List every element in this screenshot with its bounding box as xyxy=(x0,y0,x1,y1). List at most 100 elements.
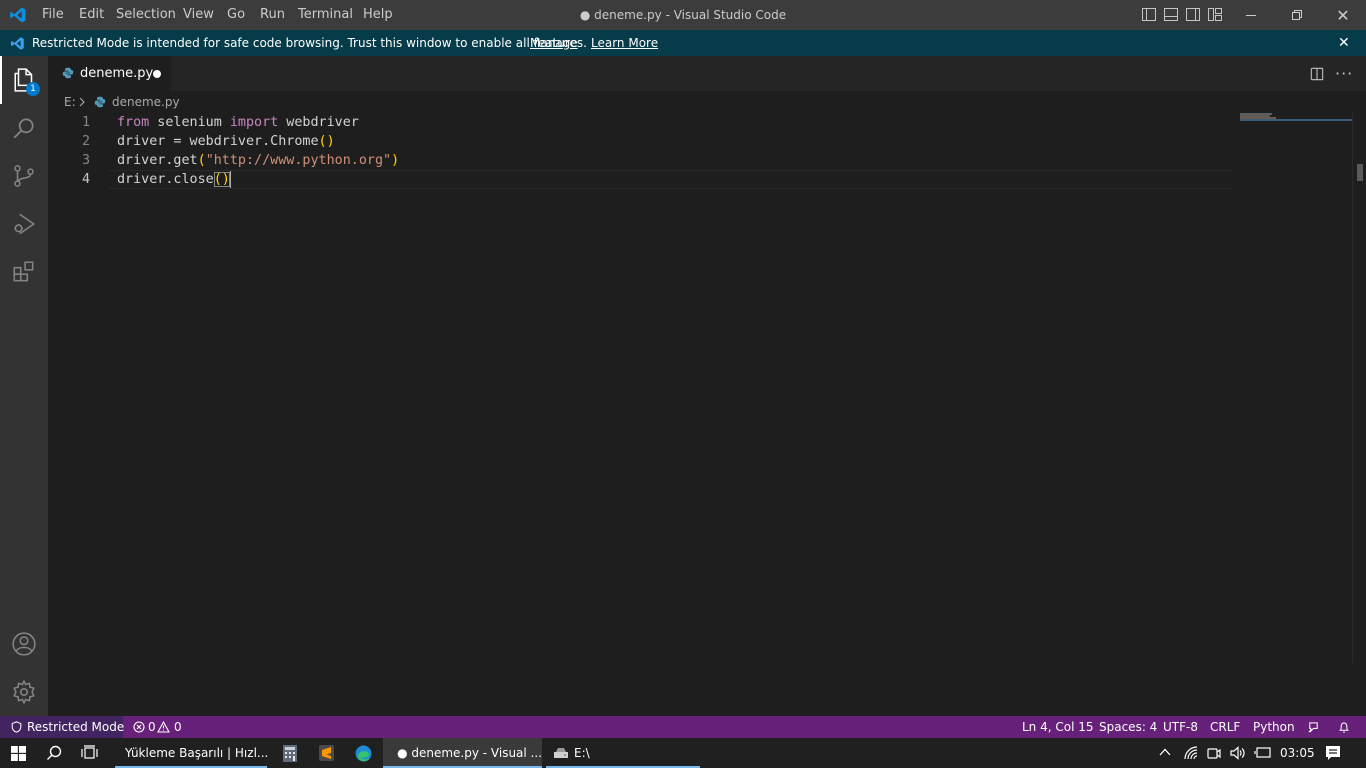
explorer-badge: 1 xyxy=(26,82,40,96)
menu-run[interactable]: Run xyxy=(260,0,285,30)
files-icon[interactable] xyxy=(0,56,48,104)
taskbar-vscode-label: ● deneme.py - Visual ... xyxy=(397,746,542,760)
sublime-text-icon[interactable] xyxy=(319,745,334,761)
menu-view[interactable]: View xyxy=(183,0,214,30)
action-center-icon[interactable] xyxy=(1325,745,1341,761)
current-line-highlight xyxy=(108,170,1232,189)
keyword-token: from xyxy=(117,115,150,130)
code-line[interactable]: driver.close() xyxy=(117,170,231,189)
battery-icon[interactable] xyxy=(1254,747,1271,758)
scrollbar-thumb[interactable] xyxy=(1357,164,1363,181)
volume-icon[interactable] xyxy=(1230,746,1246,760)
warning-count: 0 xyxy=(174,720,182,734)
menu-terminal[interactable]: Terminal xyxy=(298,0,353,30)
close-icon[interactable]: ✕ xyxy=(1320,0,1366,30)
manage-link[interactable]: Manage xyxy=(530,30,578,56)
code-token: driver = webdriver.Chrome xyxy=(117,134,319,149)
source-control-icon[interactable] xyxy=(0,152,48,200)
run-debug-icon[interactable] xyxy=(0,200,48,248)
line-number: 1 xyxy=(81,115,90,130)
menu-help[interactable]: Help xyxy=(363,0,393,30)
code-token: driver.close xyxy=(117,172,214,187)
breadcrumb-drive[interactable]: E: xyxy=(64,91,76,113)
edge-icon[interactable] xyxy=(355,745,372,762)
task-view-icon[interactable] xyxy=(81,745,98,761)
customize-layout-icon[interactable] xyxy=(1208,8,1222,21)
taskbar-explorer-label: E:\ xyxy=(574,746,590,760)
banner-text: Restricted Mode is intended for safe cod… xyxy=(32,36,587,50)
taskbar-chrome-label: Yükleme Başarılı | Hızl... xyxy=(125,746,269,760)
taskbar-vscode[interactable]: ● deneme.py - Visual ... xyxy=(383,738,542,768)
line-number: 2 xyxy=(81,134,90,149)
vscode-logo-icon xyxy=(10,37,24,50)
toggle-secondary-sidebar-icon[interactable] xyxy=(1186,8,1200,21)
code-token: driver.get xyxy=(117,153,198,168)
problems-indicator[interactable]: 0 0 xyxy=(131,716,191,738)
eol-setting[interactable]: CRLF xyxy=(1210,716,1240,738)
unsaved-dot-icon[interactable] xyxy=(153,70,161,78)
extensions-icon[interactable] xyxy=(0,248,48,296)
search-icon[interactable] xyxy=(46,745,62,761)
chevron-right-icon xyxy=(79,97,85,107)
language-mode[interactable]: Python xyxy=(1253,716,1295,738)
toggle-primary-sidebar-icon[interactable] xyxy=(1142,8,1156,21)
encoding-setting[interactable]: UTF-8 xyxy=(1163,716,1198,738)
taskbar-chrome[interactable]: Yükleme Başarılı | Hızl... xyxy=(113,738,268,768)
breadcrumb-file[interactable]: deneme.py xyxy=(112,91,180,113)
cursor-position[interactable]: Ln 4, Col 15 xyxy=(1022,716,1094,738)
menu-edit[interactable]: Edit xyxy=(79,0,104,30)
code-line[interactable]: driver = webdriver.Chrome() xyxy=(117,132,335,151)
bracket-token: () xyxy=(213,172,230,187)
clock-time[interactable]: 03:05 xyxy=(1280,738,1315,768)
indentation-setting[interactable]: Spaces: 4 xyxy=(1099,716,1157,738)
close-banner-icon[interactable]: ✕ xyxy=(1338,30,1350,56)
bell-icon[interactable] xyxy=(1338,721,1350,734)
chevron-up-icon[interactable] xyxy=(1159,748,1171,756)
menu-selection[interactable]: Selection xyxy=(116,0,176,30)
editor-tab-bar: deneme.py ··· xyxy=(48,56,1366,91)
line-number: 4 xyxy=(81,172,90,187)
tab-deneme-py[interactable]: deneme.py xyxy=(48,56,171,91)
search-icon[interactable] xyxy=(0,104,48,152)
more-actions-icon[interactable]: ··· xyxy=(1335,56,1353,91)
warning-icon xyxy=(157,721,170,733)
gear-icon[interactable] xyxy=(0,668,48,716)
restore-icon[interactable] xyxy=(1274,0,1320,30)
code-token: selenium xyxy=(149,115,230,130)
python-file-icon xyxy=(62,67,74,79)
python-file-icon xyxy=(94,96,106,108)
line-number: 3 xyxy=(81,153,90,168)
error-count: 0 xyxy=(148,720,156,734)
breadcrumb: E: deneme.py xyxy=(48,91,1366,113)
learn-more-link[interactable]: Learn More xyxy=(591,30,658,56)
keyword-token: import xyxy=(229,115,279,130)
taskbar-file-explorer[interactable]: E:\ xyxy=(546,738,700,768)
restricted-mode-indicator[interactable]: Restricted Mode xyxy=(0,716,124,738)
vscode-logo-icon xyxy=(10,7,26,23)
code-line[interactable]: from selenium import webdriver xyxy=(117,113,359,132)
code-editor[interactable]: 1 2 3 4 from selenium import webdriver d… xyxy=(48,113,1366,716)
calculator-icon[interactable] xyxy=(283,745,297,762)
shield-icon xyxy=(11,721,22,733)
menu-file[interactable]: File xyxy=(42,0,64,30)
feedback-icon[interactable] xyxy=(1307,721,1320,734)
restricted-mode-banner: Restricted Mode is intended for safe cod… xyxy=(0,30,1366,56)
code-token: webdriver xyxy=(278,115,359,130)
toggle-panel-icon[interactable] xyxy=(1164,8,1178,21)
activity-bar: 1 xyxy=(0,56,48,716)
menu-go[interactable]: Go xyxy=(227,0,245,30)
bracket-token: ( xyxy=(197,153,206,168)
string-token: "http://www.python.org" xyxy=(205,153,392,168)
account-icon[interactable] xyxy=(0,620,48,668)
error-icon xyxy=(133,721,145,733)
split-editor-icon[interactable] xyxy=(1310,67,1324,81)
windows-taskbar: Yükleme Başarılı | Hızl... ● deneme.py -… xyxy=(0,738,1366,768)
code-line[interactable]: driver.get("http://www.python.org") xyxy=(117,151,399,170)
meet-now-icon[interactable] xyxy=(1207,745,1221,761)
drive-icon xyxy=(554,748,568,758)
vertical-scrollbar[interactable] xyxy=(1352,113,1366,663)
wifi-icon[interactable] xyxy=(1183,746,1199,760)
windows-start-icon[interactable] xyxy=(11,746,26,761)
text-cursor xyxy=(229,170,231,188)
minimize-icon[interactable] xyxy=(1228,0,1274,30)
